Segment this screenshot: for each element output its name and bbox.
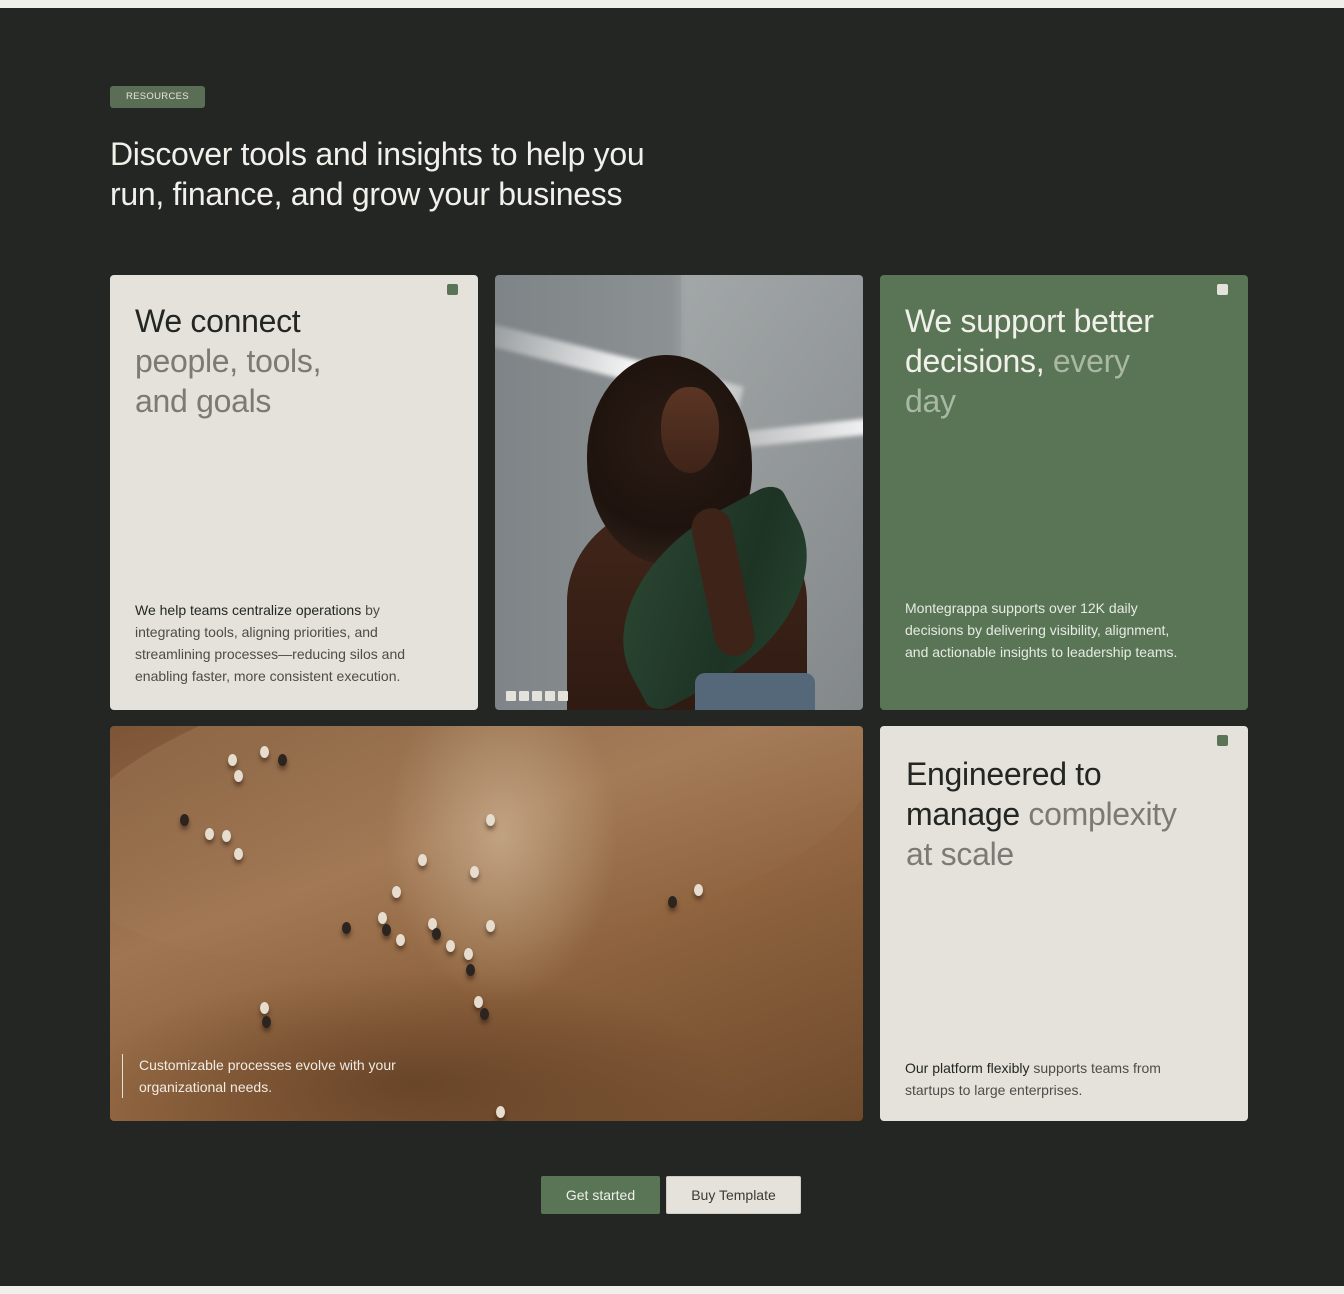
carousel-dot[interactable] xyxy=(545,691,555,701)
photo-sheep xyxy=(496,1106,505,1118)
card-engineered-title-strong-2: manage xyxy=(906,796,1020,832)
carousel-dot[interactable] xyxy=(519,691,529,701)
card-engineered-title: Engineered to manage complexity at scale xyxy=(906,754,1177,874)
photo-sheep xyxy=(396,934,405,946)
card-engineered-body-strong: Our platform flexibly xyxy=(905,1060,1030,1076)
photo-sheep xyxy=(486,920,495,932)
carousel-dot[interactable] xyxy=(532,691,542,701)
card-support-title-muted-3: day xyxy=(905,383,956,419)
card-engineered[interactable]: Engineered to manage complexity at scale… xyxy=(880,726,1248,1121)
card-engineered-title-muted-3: at scale xyxy=(906,836,1014,872)
buy-template-button[interactable]: Buy Template xyxy=(666,1176,801,1214)
card-engineered-body: Our platform flexibly supports teams fro… xyxy=(905,1057,1195,1101)
resources-badge: RESOURCES xyxy=(110,86,205,108)
headline-line-2: run, finance, and grow your business xyxy=(110,176,623,212)
photo-sheep xyxy=(228,754,237,766)
card-support-title-line-1: We support better xyxy=(905,303,1154,339)
photo-sheep xyxy=(234,848,243,860)
photo-sheep xyxy=(378,912,387,924)
photo-figure-jeans xyxy=(695,673,815,710)
card-support-title-strong-2: decisions, xyxy=(905,343,1045,379)
photo-sheep xyxy=(694,884,703,896)
photo-sheep xyxy=(466,964,475,976)
photo-sheep xyxy=(432,928,441,940)
photo-sheep xyxy=(180,814,189,826)
field-quote-line-2: organizational needs. xyxy=(139,1079,273,1095)
photo-sheep xyxy=(260,746,269,758)
headline-line-1: Discover tools and insights to help you xyxy=(110,136,645,172)
card-support-title-muted-2: every xyxy=(1044,343,1130,379)
card-support-body: Montegrappa supports over 12K daily deci… xyxy=(905,600,1178,660)
photo-sheep xyxy=(382,924,391,936)
photo-sheep xyxy=(278,754,287,766)
photo-sheep xyxy=(474,996,483,1008)
field-quote: Customizable processes evolve with your … xyxy=(122,1054,396,1098)
card-support[interactable]: We support better decisions, every day M… xyxy=(880,275,1248,710)
photo-sheep xyxy=(342,922,351,934)
card-connect-body-strong: We help teams centralize operations xyxy=(135,602,362,618)
photo-sheep xyxy=(418,854,427,866)
photo-sheep xyxy=(464,948,473,960)
photo-sheep xyxy=(486,814,495,826)
corner-square-icon xyxy=(447,284,458,295)
field-photo-card[interactable]: Customizable processes evolve with your … xyxy=(110,726,863,1121)
photo-sheep xyxy=(222,830,231,842)
corner-square-icon xyxy=(1217,284,1228,295)
card-support-title: We support better decisions, every day xyxy=(905,301,1154,421)
photo-sheep xyxy=(480,1008,489,1020)
card-engineered-title-strong-1: Engineered to xyxy=(906,756,1102,792)
card-connect-title-muted-1: people, tools, xyxy=(135,343,322,379)
carousel-dot[interactable] xyxy=(506,691,516,701)
photo-sheep xyxy=(392,886,401,898)
photo-sheep xyxy=(446,940,455,952)
photo-sheep xyxy=(234,770,243,782)
photo-figure-face xyxy=(661,387,719,473)
card-connect-body: We help teams centralize operations by i… xyxy=(135,599,435,687)
carousel-dots xyxy=(506,691,568,701)
carousel-dot[interactable] xyxy=(558,691,568,701)
photo-sheep xyxy=(205,828,214,840)
card-connect-title-muted-2: and goals xyxy=(135,383,272,419)
get-started-button[interactable]: Get started xyxy=(541,1176,660,1214)
photo-sheep xyxy=(262,1016,271,1028)
photo-ridge xyxy=(110,726,863,1012)
section-headline: Discover tools and insights to help you … xyxy=(110,134,710,214)
photo-sheep xyxy=(668,896,677,908)
card-engineered-title-muted-2: complexity xyxy=(1019,796,1177,832)
card-connect-title: We connect people, tools, and goals xyxy=(135,301,321,421)
card-connect-title-strong: We connect xyxy=(135,303,301,339)
corner-square-icon xyxy=(1217,735,1228,746)
resources-section: RESOURCES Discover tools and insights to… xyxy=(0,8,1344,1286)
photo-sheep xyxy=(260,1002,269,1014)
field-quote-line-1: Customizable processes evolve with your xyxy=(139,1057,396,1073)
photo-sheep xyxy=(470,866,479,878)
woman-photo-card[interactable] xyxy=(495,275,863,710)
card-connect[interactable]: We connect people, tools, and goals We h… xyxy=(110,275,478,710)
